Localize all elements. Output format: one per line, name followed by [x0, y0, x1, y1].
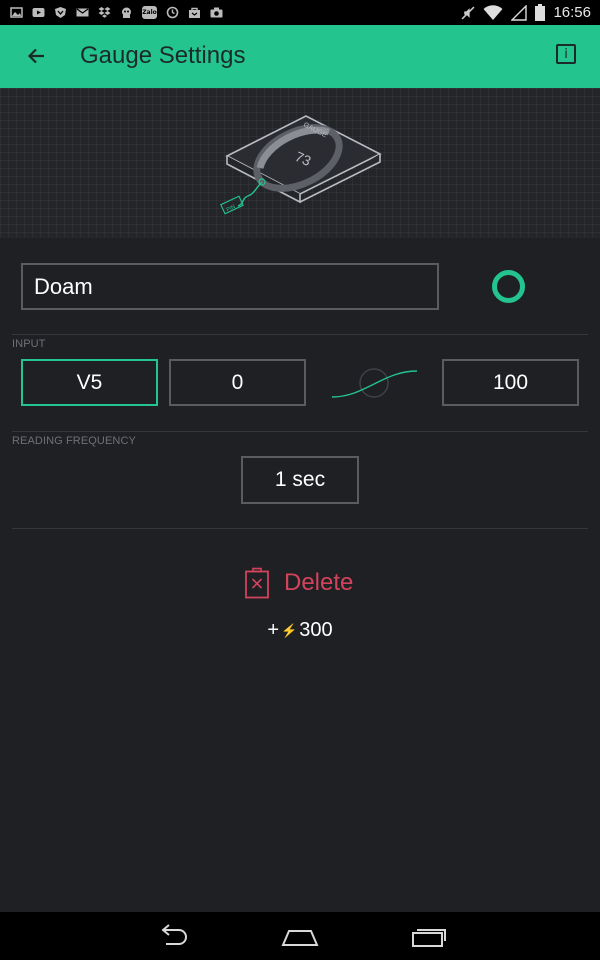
frequency-section-label: READING FREQUENCY — [12, 435, 136, 447]
wifi-icon — [483, 4, 503, 20]
bag-icon — [189, 7, 200, 18]
energy-cost: + ⚡ 300 — [0, 619, 600, 642]
clock-time: 16:56 — [553, 4, 591, 21]
trash-icon — [245, 567, 269, 599]
recents-nav-icon[interactable] — [411, 922, 447, 950]
widget-name-input[interactable]: Doam — [21, 263, 439, 310]
cost-value: 300 — [299, 619, 333, 641]
pin-selector[interactable]: V5 — [21, 359, 158, 406]
app-bar: Gauge Settings i — [0, 25, 600, 88]
cost-prefix: + — [267, 619, 280, 641]
min-value-input[interactable]: 0 — [169, 359, 306, 406]
back-nav-icon[interactable] — [155, 922, 191, 950]
reading-frequency-selector[interactable]: 1 sec — [241, 456, 359, 504]
gmail-icon — [76, 8, 89, 17]
divider — [12, 334, 588, 335]
signal-icon — [511, 4, 528, 21]
battery-icon — [535, 4, 546, 21]
delete-label: Delete — [284, 569, 354, 596]
youtube-icon — [32, 8, 45, 17]
clock-icon — [166, 6, 179, 19]
zalo-icon: Zalo — [142, 6, 157, 19]
back-arrow-icon[interactable] — [24, 43, 50, 69]
delete-button[interactable]: Delete — [244, 566, 353, 600]
game-icon — [122, 7, 131, 18]
dropbox-icon — [98, 7, 111, 18]
color-picker[interactable] — [492, 270, 525, 303]
pin-preview-label: PIN — [226, 204, 237, 213]
home-nav-icon[interactable] — [281, 922, 319, 950]
notification-icons: Zalo — [0, 6, 223, 19]
mute-icon — [461, 6, 475, 19]
gauge-widget-icon: 73 GAUGE PIN — [220, 115, 382, 215]
input-section-label: INPUT — [12, 338, 46, 350]
divider — [12, 431, 588, 432]
widget-illustration: 73 GAUGE PIN — [0, 88, 600, 238]
page-title: Gauge Settings — [80, 42, 246, 69]
shield-icon — [55, 7, 66, 18]
info-button[interactable]: i — [556, 44, 576, 64]
status-bar: Zalo 16:56 — [0, 0, 600, 25]
divider — [12, 528, 588, 529]
energy-bolt-icon: ⚡ — [281, 622, 298, 638]
camera-icon — [210, 7, 223, 18]
mapping-curve-icon[interactable] — [331, 362, 419, 406]
navigation-bar — [0, 912, 600, 960]
system-icons: 16:56 — [461, 4, 600, 21]
gallery-icon — [10, 7, 23, 18]
max-value-input[interactable]: 100 — [442, 359, 579, 406]
